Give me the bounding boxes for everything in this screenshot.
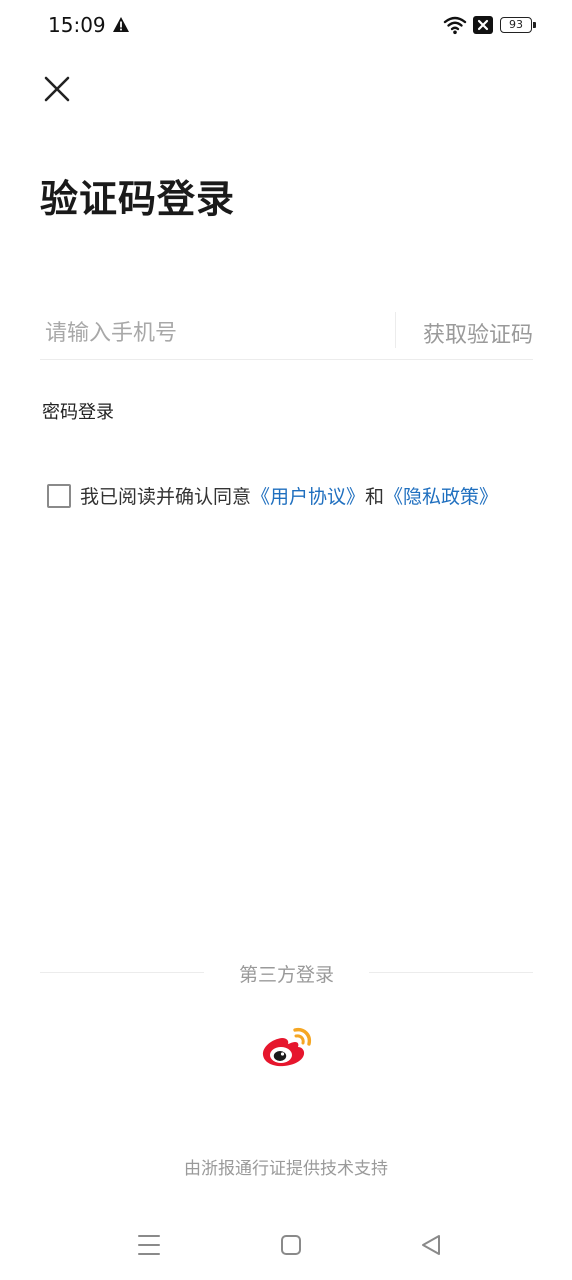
phone-input[interactable] (40, 307, 390, 359)
status-time: 15:09 (48, 13, 106, 37)
agreement-text: 我已阅读并确认同意《用户协议》和《隐私政策》 (80, 482, 498, 509)
page-title: 验证码登录 (40, 177, 236, 221)
wifi-icon (443, 16, 467, 35)
user-agreement-link[interactable]: 《用户协议》 (251, 486, 365, 508)
agreement-checkbox[interactable] (47, 484, 71, 508)
status-bar: 15:09 93 (0, 0, 572, 52)
agreement-row: 我已阅读并确认同意《用户协议》和《隐私政策》 (47, 482, 547, 510)
agreement-prefix: 我已阅读并确认同意 (80, 486, 252, 508)
back-icon[interactable] (419, 1232, 443, 1258)
field-divider (395, 312, 396, 348)
password-login-link[interactable]: 密码登录 (42, 398, 114, 424)
divider-right (369, 972, 533, 973)
home-icon[interactable] (279, 1232, 303, 1258)
battery-tip (533, 22, 536, 28)
phone-input-row: 获取验证码 (40, 307, 533, 360)
menu-icon[interactable] (136, 1232, 162, 1258)
close-icon[interactable] (38, 70, 76, 108)
battery-icon: 93 (500, 17, 532, 33)
privacy-policy-link[interactable]: 《隐私政策》 (384, 486, 498, 508)
no-sim-icon (473, 16, 493, 34)
third-party-label: 第三方登录 (238, 964, 334, 986)
footer-note: 由浙报通行证提供技术支持 (184, 1159, 388, 1179)
get-code-button[interactable]: 获取验证码 (423, 317, 533, 349)
third-party-section: 第三方登录 (40, 958, 533, 988)
battery-level: 93 (509, 18, 523, 31)
weibo-icon[interactable] (260, 1022, 314, 1070)
warning-icon (113, 17, 129, 32)
agreement-connector: 和 (365, 486, 385, 508)
